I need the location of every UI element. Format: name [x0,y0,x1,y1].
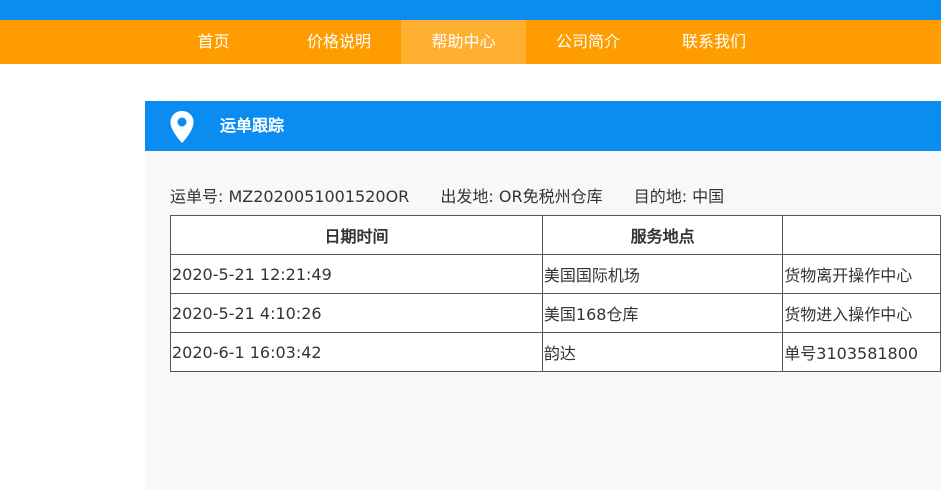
nav-contact[interactable]: 联系我们 [665,20,763,64]
table-row: 2020-5-21 4:10:26 美国168仓库 货物进入操作中心 [170,293,941,333]
location-pin-icon [170,111,194,143]
header-status [782,215,941,255]
cell-location: 美国国际机场 [541,254,784,294]
header-datetime: 日期时间 [170,215,543,255]
nav-help-center[interactable]: 帮助中心 [401,20,526,64]
cell-location: 美国168仓库 [541,293,784,333]
tracking-panel: 运单跟踪 运单号: MZ2020051001520OR 出发地: OR免税州仓库… [145,101,941,490]
table-row: 2020-6-1 16:03:42 韵达 单号3103581800 [170,332,941,372]
nav-home[interactable]: 首页 [175,20,252,64]
cell-status: 单号3103581800 [782,332,941,372]
cell-datetime: 2020-5-21 4:10:26 [170,293,543,333]
tracking-number: 运单号: MZ2020051001520OR [170,187,410,206]
top-blue-bar [0,0,941,20]
shipment-info: 运单号: MZ2020051001520OR 出发地: OR免税州仓库 目的地:… [170,183,750,207]
main-nav: 首页 价格说明 帮助中心 公司简介 联系我们 [0,20,941,64]
tracking-table: 日期时间 服务地点 2020-5-21 12:21:49 美国国际机场 货物离开… [170,215,941,372]
table-header-row: 日期时间 服务地点 [170,215,941,255]
panel-title: 运单跟踪 [220,116,285,135]
cell-location: 韵达 [541,332,784,372]
cell-datetime: 2020-5-21 12:21:49 [170,254,543,294]
header-location: 服务地点 [541,215,784,255]
cell-status: 货物进入操作中心 [782,293,941,333]
origin: 出发地: OR免税州仓库 [440,187,603,206]
cell-status: 货物离开操作中心 [782,254,941,294]
nav-pricing[interactable]: 价格说明 [290,20,388,64]
table-row: 2020-5-21 12:21:49 美国国际机场 货物离开操作中心 [170,254,941,294]
destination: 目的地: 中国 [633,187,725,206]
cell-datetime: 2020-6-1 16:03:42 [170,332,543,372]
nav-about[interactable]: 公司简介 [539,20,637,64]
panel-header: 运单跟踪 [145,101,941,151]
